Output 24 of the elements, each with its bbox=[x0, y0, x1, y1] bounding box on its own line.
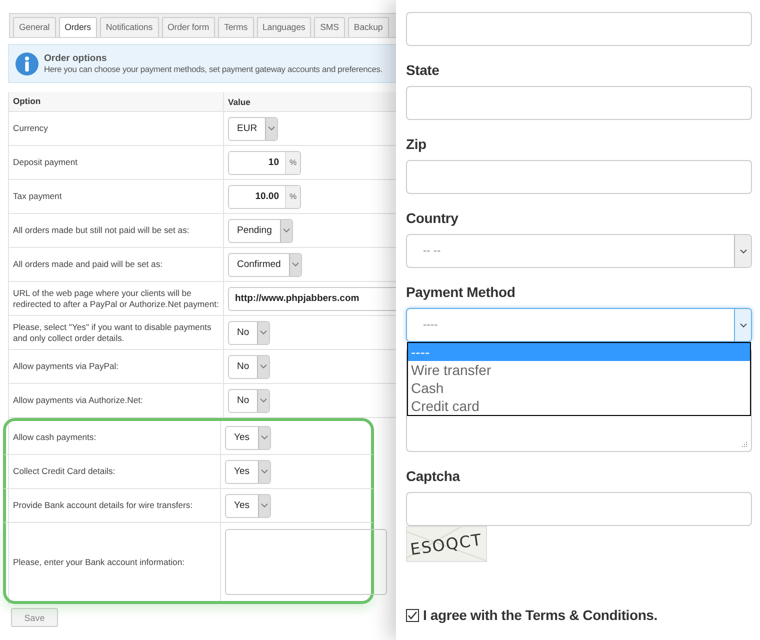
option-label: Provide Bank account details for wire transfers: bbox=[13, 500, 193, 511]
info-title: Order options bbox=[44, 53, 108, 64]
field-label: Zip bbox=[406, 136, 428, 152]
option-label: Currency bbox=[13, 123, 48, 134]
captcha-image: ESOQCT bbox=[406, 526, 487, 562]
option-label: All orders made and paid will be set as: bbox=[13, 259, 163, 270]
field-label: Country bbox=[406, 210, 460, 226]
column-header: Option bbox=[13, 96, 41, 107]
column-header: Value bbox=[228, 96, 250, 106]
info-text: Here you can choose your payment methods, set payment gateway accounts and preferences. bbox=[44, 64, 382, 74]
field-label: State bbox=[406, 62, 440, 78]
option-label: Please, select "Yes" if you want to disable payments and only collect order details. bbox=[13, 322, 212, 344]
field-label: Captcha bbox=[406, 468, 462, 484]
option-label: Allow payments via Authorize.Net: bbox=[13, 395, 143, 406]
option-label: Allow cash payments: bbox=[13, 432, 96, 443]
option-label: Tax payment bbox=[13, 191, 62, 202]
option-label: Allow payments via PayPal: bbox=[13, 361, 119, 372]
option-label: Collect Credit Card details: bbox=[13, 466, 116, 477]
option-label: All orders made but still not paid will be set as: bbox=[13, 225, 190, 236]
option-label: Please, enter your Bank account information: bbox=[13, 556, 184, 568]
terms-label: I agree with the Terms & Conditions. bbox=[423, 607, 658, 623]
option-label: URL of the web page where your clients will be redirected to after a PayPal or Authorize.Net payment: bbox=[13, 288, 219, 310]
option-label: Deposit payment bbox=[13, 157, 78, 168]
field-label: Payment Method bbox=[406, 284, 516, 300]
